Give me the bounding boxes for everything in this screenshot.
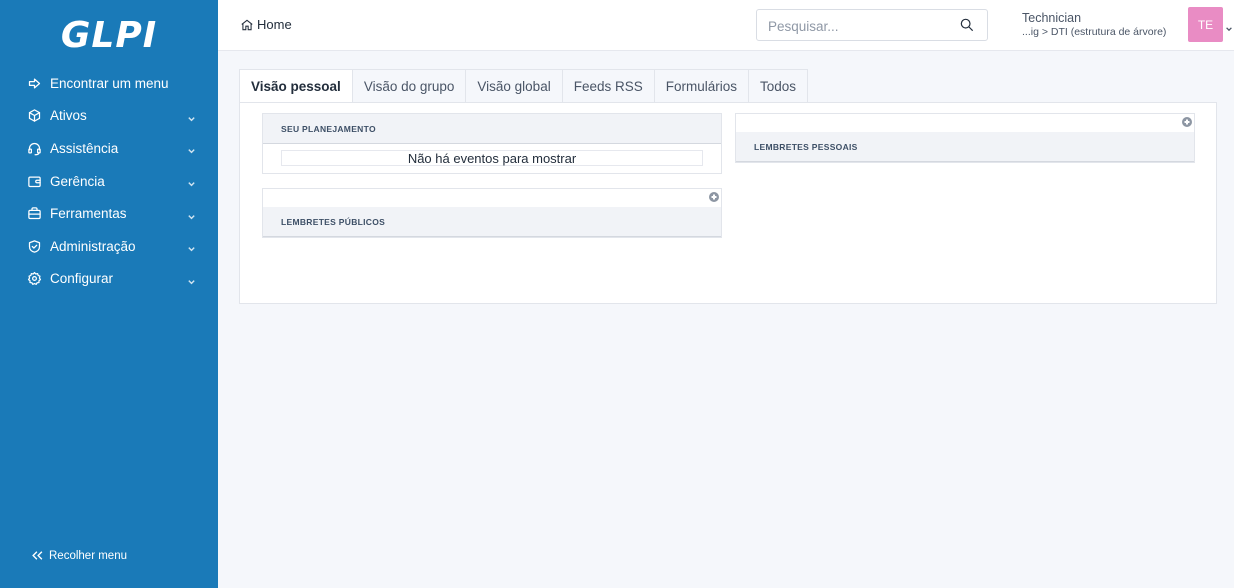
sidebar-item-find-menu[interactable]: Encontrar um menu — [0, 67, 218, 100]
chevron-down-icon — [187, 209, 196, 220]
planning-card: SEU PLANEJAMENTO Não há eventos para mos… — [262, 113, 722, 174]
personal-reminders-title[interactable]: LEMBRETES PESSOAIS — [736, 132, 1194, 162]
collapse-menu-label: Recolher menu — [49, 549, 127, 562]
sidebar-item-configure[interactable]: Configurar — [0, 263, 218, 296]
dashboard-tabs: Visão pessoal Visão do grupo Visão globa… — [239, 69, 809, 103]
sidebar-item-label: Ativos — [50, 108, 87, 124]
sidebar-item-assistance[interactable]: Assistência — [0, 132, 218, 165]
glpi-logo[interactable]: GLPI — [0, 12, 218, 58]
collapse-menu-button[interactable]: Recolher menu — [30, 548, 127, 563]
tab-personal-view[interactable]: Visão pessoal — [239, 69, 353, 103]
sidebar-item-label: Administração — [50, 238, 136, 254]
global-search — [756, 9, 988, 42]
headset-icon — [26, 140, 42, 156]
tab-content-panel: SEU PLANEJAMENTO Não há eventos para mos… — [239, 102, 1217, 304]
sidebar-item-administration[interactable]: Administração — [0, 230, 218, 263]
plus-icon — [711, 194, 717, 200]
tab-group-view[interactable]: Visão do grupo — [352, 69, 467, 103]
home-icon — [241, 19, 253, 30]
chevron-down-icon — [187, 274, 196, 285]
avatar[interactable]: TE — [1188, 7, 1223, 42]
sidebar: GLPI Encontrar um menu Ativos Assistênci… — [0, 0, 218, 588]
briefcase-icon — [26, 206, 42, 222]
chevron-down-icon — [187, 242, 196, 252]
tab-forms[interactable]: Formulários — [654, 69, 749, 103]
public-reminders-title[interactable]: LEMBRETES PÚBLICOS — [263, 207, 721, 237]
logo-text: GLPI — [60, 14, 158, 56]
sidebar-menu: Encontrar um menu Ativos Assistência Ger… — [0, 67, 218, 295]
personal-reminders-card: LEMBRETES PESSOAIS — [735, 113, 1195, 163]
tab-rss-feeds[interactable]: Feeds RSS — [562, 69, 655, 103]
plus-icon — [1184, 119, 1190, 125]
search-icon[interactable] — [959, 17, 975, 33]
user-name: Technician — [1022, 11, 1082, 25]
breadcrumb-home[interactable]: Home — [257, 17, 292, 32]
sidebar-item-label: Encontrar um menu — [50, 75, 169, 91]
add-personal-reminder-button[interactable] — [1182, 117, 1192, 127]
wallet-icon — [26, 173, 42, 189]
tab-global-view[interactable]: Visão global — [466, 69, 563, 103]
user-info[interactable]: Technician ...ig > DTI (estrutura de árv… — [1022, 11, 1166, 39]
shield-check-icon — [26, 238, 42, 254]
chevron-down-icon — [187, 144, 196, 154]
public-reminders-card: LEMBRETES PÚBLICOS — [262, 188, 722, 238]
add-public-reminder-button[interactable] — [709, 192, 719, 202]
cube-icon — [26, 108, 42, 124]
sidebar-item-label: Gerência — [50, 173, 105, 189]
chevron-down-icon — [187, 177, 196, 187]
chevron-down-icon — [187, 111, 196, 122]
settings-icon — [26, 271, 42, 287]
sidebar-item-assets[interactable]: Ativos — [0, 100, 218, 133]
user-entity: ...ig > DTI (estrutura de árvore) — [1022, 26, 1167, 38]
sidebar-item-management[interactable]: Gerência — [0, 165, 218, 198]
tab-all[interactable]: Todos — [749, 69, 809, 103]
chevrons-left-icon — [32, 551, 43, 560]
avatar-initials: TE — [1197, 17, 1214, 32]
top-header: Home Technician ...ig > DTI (estrutura d… — [218, 0, 1234, 51]
sidebar-item-tools[interactable]: Ferramentas — [0, 197, 218, 230]
sidebar-item-label: Assistência — [50, 140, 119, 156]
chevron-down-icon[interactable] — [1225, 21, 1233, 32]
sidebar-item-label: Configurar — [50, 271, 114, 287]
breadcrumb[interactable]: Home — [240, 17, 292, 32]
arrow-right-icon — [26, 75, 42, 91]
sidebar-item-label: Ferramentas — [50, 206, 127, 222]
planning-card-title[interactable]: SEU PLANEJAMENTO — [263, 114, 721, 144]
search-input[interactable] — [757, 10, 960, 42]
planning-empty-message: Não há eventos para mostrar — [281, 150, 703, 166]
